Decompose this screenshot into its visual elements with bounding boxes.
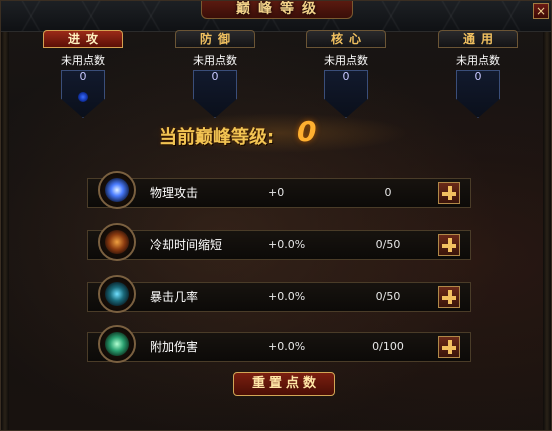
points-shield-icon: 0 [324, 70, 368, 118]
unused-points-core: 未用点数 0 [306, 53, 386, 118]
points-shield-icon: 0 [456, 70, 500, 118]
plus-icon [439, 235, 459, 255]
stat-name: 暴击几率 [150, 290, 199, 304]
window-title: 巅峰等级 [201, 1, 353, 19]
unused-points-general: 未用点数 0 [438, 53, 518, 118]
stat-progress: 0/50 [375, 238, 401, 251]
title-bar[interactable]: 巅峰等级 × [1, 1, 551, 32]
stat-row-crit-chance: 暴击几率 +0.0% 0/50 [87, 275, 471, 313]
physical-attack-icon-fill [105, 178, 129, 202]
current-level-label: 当前巅峰等级: [159, 127, 275, 148]
unused-points-label: 未用点数 [324, 54, 368, 67]
unused-points-label: 未用点数 [193, 54, 237, 67]
extra-damage-icon [98, 325, 136, 363]
points-shield-icon: 0 [193, 70, 237, 118]
unused-points-value: 0 [474, 70, 482, 83]
reset-points-button[interactable]: 重置点数 [233, 372, 335, 396]
stat-name: 冷却时间缩短 [150, 238, 223, 252]
unused-points-defense: 未用点数 0 [175, 53, 255, 118]
physical-attack-icon [98, 171, 136, 209]
paragon-level-window: 巅峰等级 × 进攻 防御 核心 通用 未用点数 0 未用点数 0 未用点数 0 … [0, 0, 552, 431]
stat-row-extra-damage: 附加伤害 +0.0% 0/100 [87, 325, 471, 363]
tab-general[interactable]: 通用 [438, 30, 518, 48]
add-point-button[interactable] [438, 286, 460, 308]
add-point-button[interactable] [438, 234, 460, 256]
plus-icon [439, 337, 459, 357]
unused-points-label: 未用点数 [61, 54, 105, 67]
left-frame [1, 31, 9, 430]
stat-name: 物理攻击 [150, 186, 199, 200]
stat-progress: 0/50 [375, 290, 401, 303]
unused-points-attack: 未用点数 0 [43, 53, 123, 118]
unused-points-value: 0 [79, 70, 87, 83]
stat-bonus: +0.0% [268, 290, 306, 303]
tab-defense[interactable]: 防御 [175, 30, 255, 48]
point-orb-icon [78, 92, 88, 102]
points-shield-icon: 0 [61, 70, 105, 118]
stat-progress: 0/100 [372, 340, 404, 353]
stat-progress: 0 [384, 186, 392, 199]
plus-icon [439, 287, 459, 307]
cooldown-icon-fill [105, 230, 129, 254]
unused-points-label: 未用点数 [456, 54, 500, 67]
stat-bonus: +0 [268, 186, 285, 199]
add-point-button[interactable] [438, 336, 460, 358]
unused-points-value: 0 [342, 70, 350, 83]
stat-row-physical-attack: 物理攻击 +0 0 [87, 171, 471, 209]
tab-attack[interactable]: 进攻 [43, 30, 123, 48]
close-button[interactable]: × [533, 3, 549, 19]
extra-damage-icon-fill [105, 332, 129, 356]
stat-row-cooldown: 冷却时间缩短 +0.0% 0/50 [87, 223, 471, 261]
tab-core[interactable]: 核心 [306, 30, 386, 48]
current-level-value: 0 [297, 115, 317, 148]
right-frame [543, 31, 551, 430]
unused-points-value: 0 [211, 70, 219, 83]
stat-bonus: +0.0% [268, 340, 306, 353]
crit-chance-icon [98, 275, 136, 313]
add-point-button[interactable] [438, 182, 460, 204]
stat-bonus: +0.0% [268, 238, 306, 251]
crit-chance-icon-fill [105, 282, 129, 306]
plus-icon [439, 183, 459, 203]
stat-name: 附加伤害 [150, 340, 199, 354]
cooldown-icon [98, 223, 136, 261]
